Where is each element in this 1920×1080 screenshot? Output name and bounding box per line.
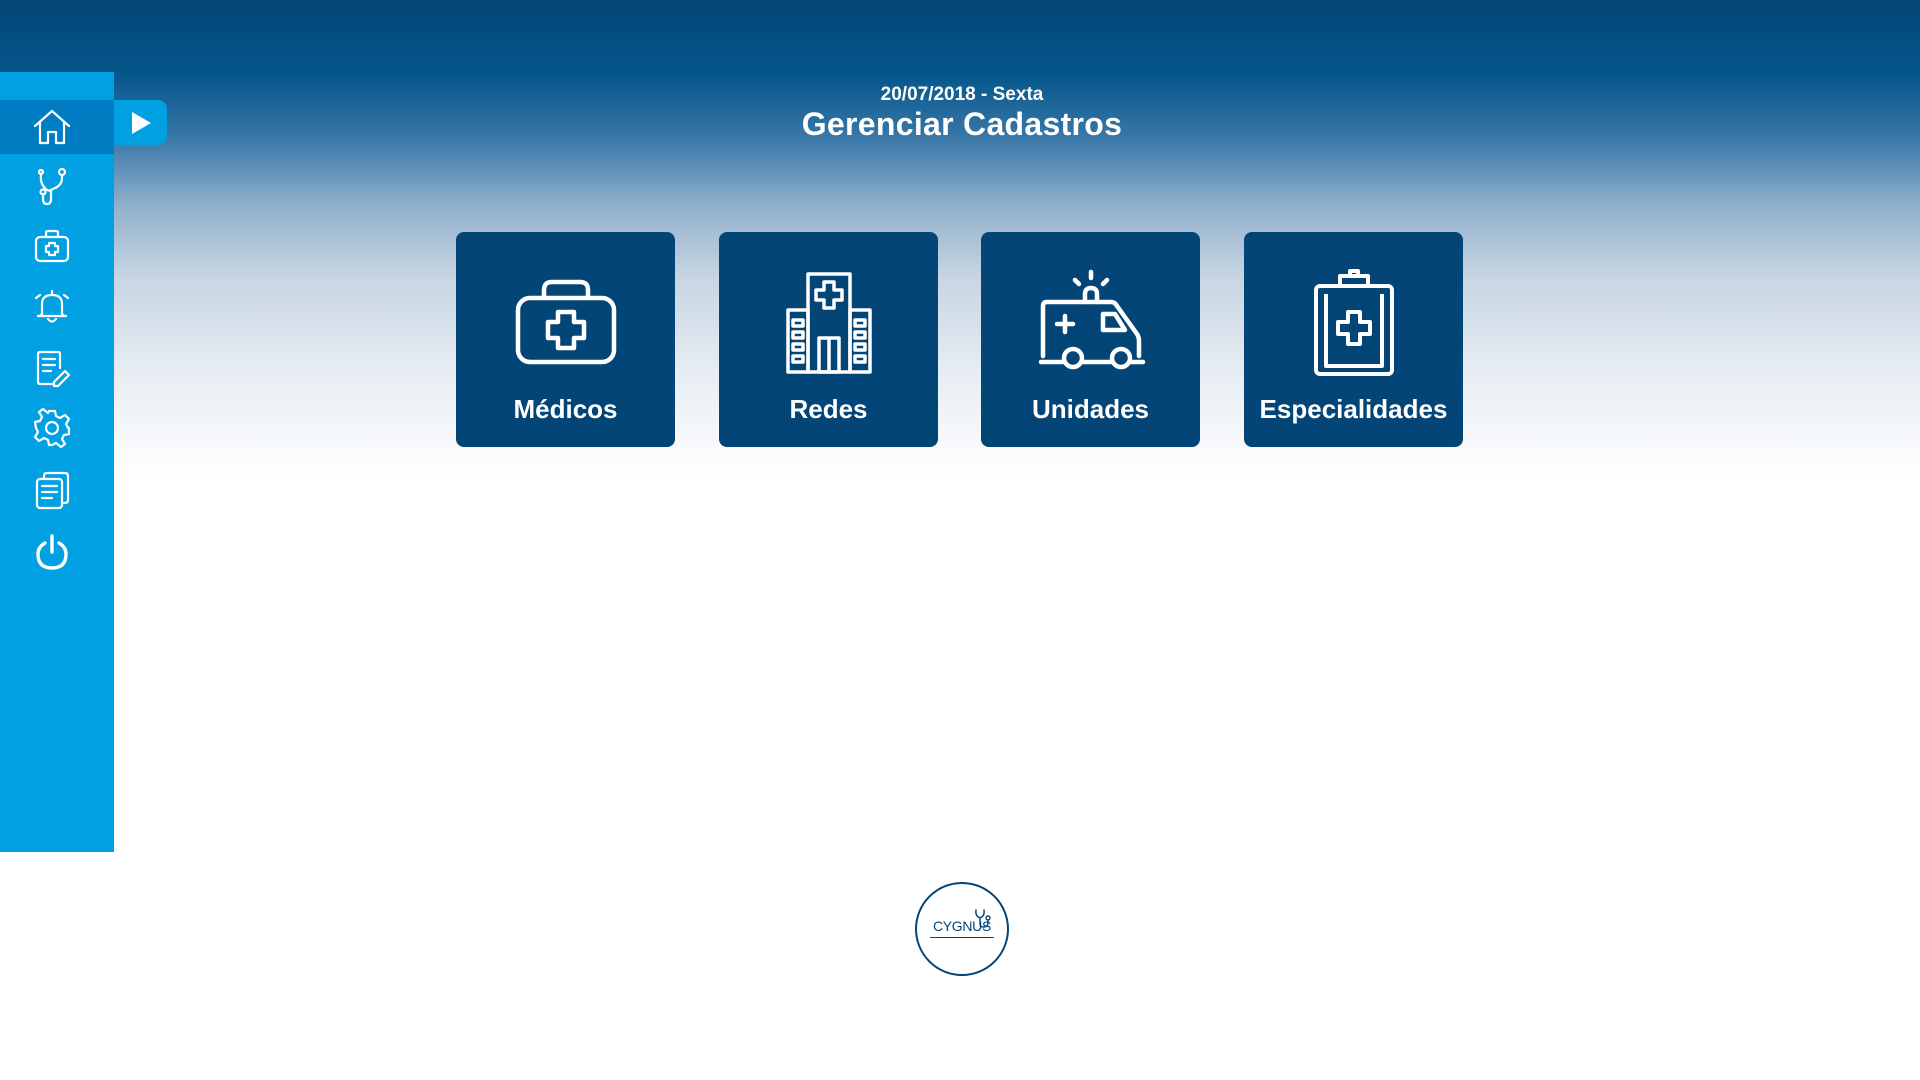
sidebar-item-logout[interactable] — [0, 528, 114, 576]
cygnus-logo: CYGNUS — [915, 882, 1009, 976]
power-icon — [36, 534, 68, 570]
ambulance-icon — [1038, 269, 1145, 370]
sidebar — [0, 72, 114, 852]
medical-kit-icon — [34, 229, 70, 263]
documents-icon — [35, 471, 70, 510]
card-unidades[interactable]: Unidades — [981, 232, 1200, 447]
card-redes[interactable]: Redes — [719, 232, 938, 447]
sidebar-item-documents[interactable] — [0, 466, 114, 514]
card-label: Médicos — [513, 394, 618, 424]
card-especialidades[interactable]: Especialidades — [1244, 232, 1463, 447]
card-medicos[interactable]: Médicos — [456, 232, 675, 447]
card-label: Redes — [789, 394, 868, 424]
card-label: Unidades — [1031, 394, 1150, 424]
card-label: Especialidades — [1259, 394, 1448, 424]
clipboard-cross-icon — [1313, 269, 1394, 376]
sidebar-item-settings[interactable] — [0, 404, 114, 452]
edit-document-icon — [36, 350, 71, 388]
page-title: Gerenciar Cadastros — [801, 106, 1123, 142]
hospital-building-icon — [785, 272, 872, 374]
sidebar-item-alerts[interactable] — [0, 282, 114, 330]
logo-underline — [930, 937, 994, 938]
stethoscope-icon — [975, 909, 991, 928]
sidebar-item-doctors[interactable] — [0, 162, 114, 210]
sidebar-item-reports[interactable] — [0, 344, 114, 392]
medical-bag-icon — [515, 279, 616, 365]
alarm-bell-icon — [34, 289, 70, 323]
stethoscope-icon — [37, 167, 67, 206]
sidebar-item-units[interactable] — [0, 222, 114, 270]
header-background — [0, 0, 1920, 478]
app-page: 20/07/2018 - Sexta Gerenciar Cadastros M… — [0, 0, 1920, 1080]
gear-icon — [33, 408, 71, 448]
current-date: 20/07/2018 - Sexta — [880, 84, 1044, 105]
